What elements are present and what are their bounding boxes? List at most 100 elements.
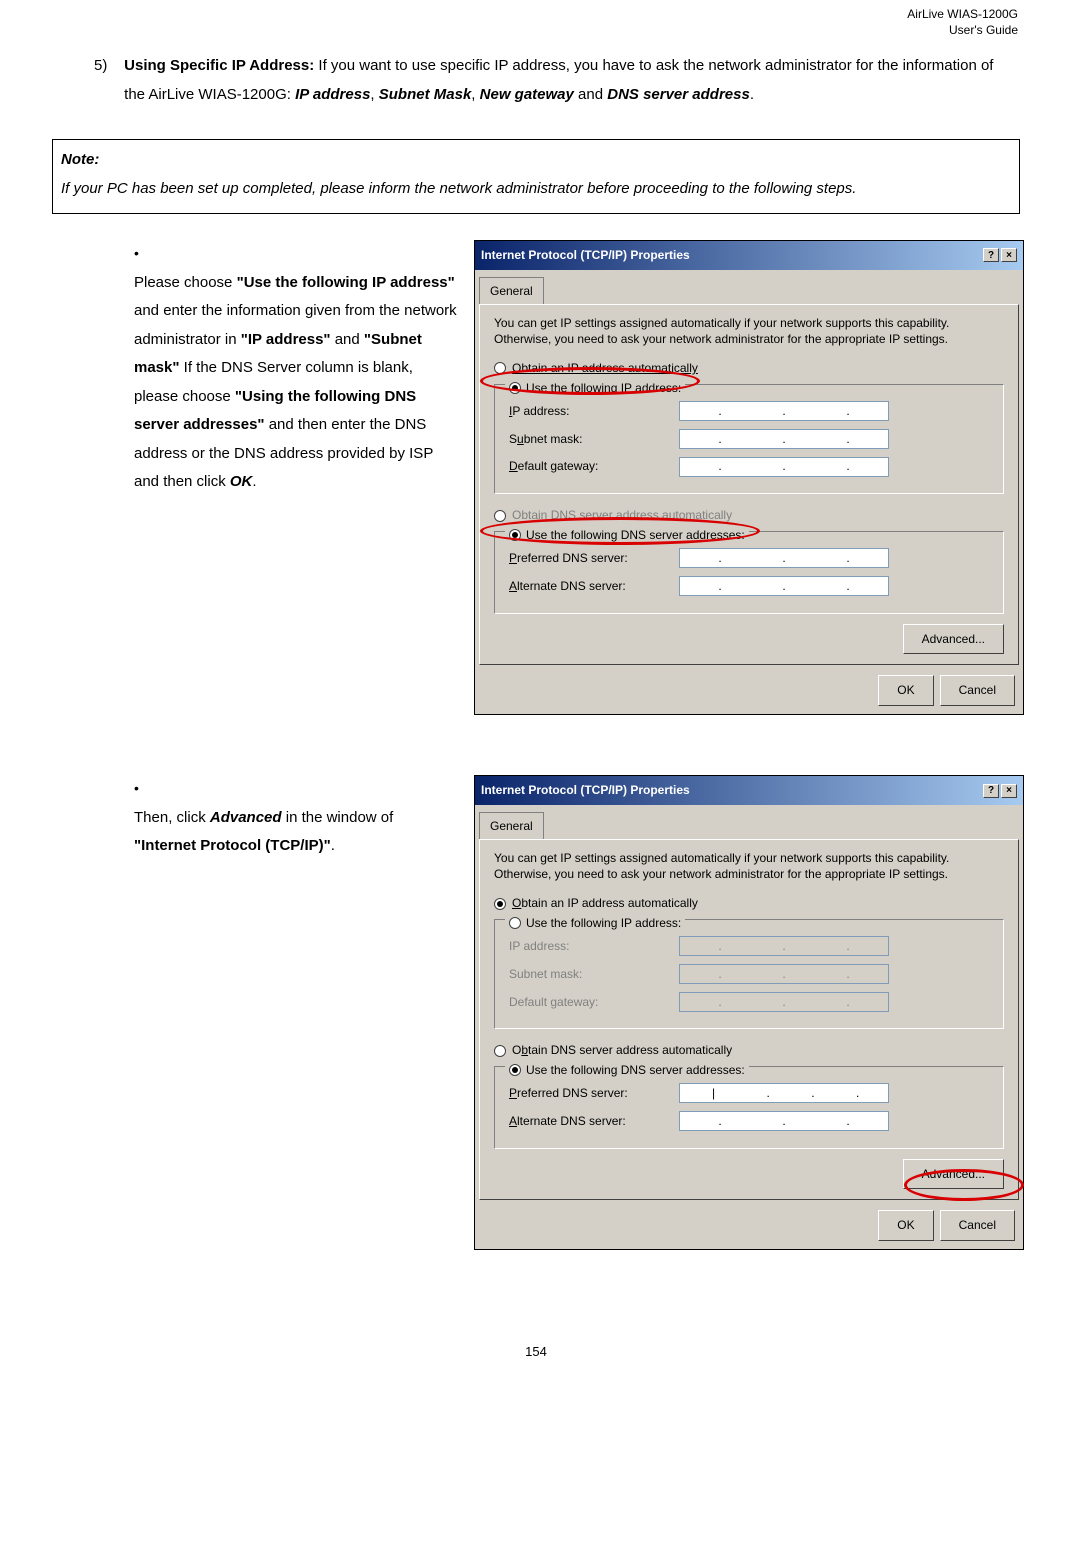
field-gateway-label: Default gateway: (509, 455, 679, 478)
group-dns-legend[interactable]: Use the following DNS server addresses: (505, 524, 749, 547)
s3: and (574, 86, 607, 103)
cancel-button[interactable]: Cancel (940, 675, 1015, 706)
radio-icon (494, 898, 506, 910)
ok-button[interactable]: OK (878, 675, 933, 706)
bullet-col-2: • Then, click Advanced in the window of … (52, 775, 474, 861)
ok-button[interactable]: OK (878, 1210, 933, 1241)
field-subnet: Subnet mask: ... (509, 428, 991, 451)
dialog-1: Internet Protocol (TCP/IP) Properties ? … (474, 240, 1024, 715)
help-icon[interactable]: ? (983, 248, 999, 262)
advanced-row: Advanced... (494, 624, 1004, 655)
close-icon[interactable]: × (1001, 248, 1017, 262)
field-alt-dns: Alternate DNS server: ... (509, 575, 991, 598)
group-dns: Use the following DNS server addresses: … (494, 531, 1004, 614)
list-body: Using Specific IP Address: If you want t… (124, 52, 1004, 109)
radio-icon (509, 529, 521, 541)
titlebar: Internet Protocol (TCP/IP) Properties ? … (475, 776, 1023, 805)
tab-row: General (475, 805, 1023, 839)
b2: Subnet Mask (379, 86, 472, 103)
group-ip: Use the following IP address: IP address… (494, 919, 1004, 1029)
dialog-title: Internet Protocol (TCP/IP) Properties (481, 244, 690, 267)
b2-t1: in the window of (282, 809, 394, 826)
field-ip-label: IP address: (509, 400, 679, 423)
dialog-col-1: Internet Protocol (TCP/IP) Properties ? … (474, 240, 1024, 715)
list-title: Using Specific IP Address: (124, 57, 314, 74)
advanced-button[interactable]: Advanced... (903, 624, 1004, 655)
titlebar: Internet Protocol (TCP/IP) Properties ? … (475, 241, 1023, 270)
b1-b5: OK (230, 473, 253, 490)
field-alt-dns-input[interactable]: ... (679, 576, 889, 596)
field-ip-label: IP address: (509, 935, 679, 958)
tab-row: General (475, 270, 1023, 304)
header-product: AirLive WIAS-1200G (907, 6, 1018, 22)
field-pref-dns-label: Preferred DNS server: (509, 1082, 679, 1105)
header-right: AirLive WIAS-1200G User's Guide (907, 6, 1018, 38)
page-number: 154 (52, 1340, 1020, 1365)
close-icon[interactable]: × (1001, 784, 1017, 798)
field-gateway: Default gateway: ... (509, 991, 991, 1014)
b1-t2: and (331, 331, 364, 348)
b2-b1: Advanced (210, 809, 282, 826)
field-subnet-input[interactable]: ... (679, 429, 889, 449)
group-ip-legend[interactable]: Use the following IP address: (505, 377, 685, 400)
help-icon[interactable]: ? (983, 784, 999, 798)
advanced-row: Advanced... (494, 1159, 1004, 1190)
dialog-2: Internet Protocol (TCP/IP) Properties ? … (474, 775, 1024, 1250)
b1-t5: . (252, 473, 256, 490)
field-subnet-input: ... (679, 964, 889, 984)
section-5: 5) Using Specific IP Address: If you wan… (52, 52, 1020, 109)
b1-b2: "IP address" (241, 331, 331, 348)
radio-icon (509, 917, 521, 929)
field-pref-dns: Preferred DNS server: | ... (509, 1082, 991, 1105)
radio-use-ip-label: Use the following IP address: (526, 912, 681, 935)
field-subnet-label: Subnet mask: (509, 428, 679, 451)
bullet-body-2: Then, click Advanced in the window of "I… (134, 804, 459, 861)
group-dns-legend[interactable]: Use the following DNS server addresses: (505, 1059, 749, 1082)
advanced-button[interactable]: Advanced... (903, 1159, 1004, 1190)
field-pref-dns-label: Preferred DNS server: (509, 547, 679, 570)
field-gateway-label: Default gateway: (509, 991, 679, 1014)
titlebar-buttons: ? × (983, 248, 1017, 262)
radio-icon (494, 1045, 506, 1057)
field-alt-dns: Alternate DNS server: ... (509, 1110, 991, 1133)
tab-general[interactable]: General (479, 277, 544, 305)
titlebar-buttons: ? × (983, 784, 1017, 798)
note-label: Note: (61, 146, 1011, 175)
b4: DNS server address (607, 86, 750, 103)
group-dns: Use the following DNS server addresses: … (494, 1066, 1004, 1149)
b1-pre: Please choose (134, 274, 237, 291)
b2-t2: . (331, 837, 335, 854)
cancel-button[interactable]: Cancel (940, 1210, 1015, 1241)
bullet-col-1: • Please choose "Use the following IP ad… (52, 240, 474, 497)
field-gateway-input: ... (679, 992, 889, 1012)
field-pref-dns: Preferred DNS server: ... (509, 547, 991, 570)
field-alt-dns-label: Alternate DNS server: (509, 575, 679, 598)
header-doc: User's Guide (907, 22, 1018, 38)
dialog-desc: You can get IP settings assigned automat… (494, 850, 1004, 882)
field-ip: IP address: ... (509, 935, 991, 958)
field-pref-dns-input[interactable]: | ... (679, 1083, 889, 1103)
bullet-icon: • (134, 240, 156, 267)
field-alt-dns-label: Alternate DNS server: (509, 1110, 679, 1133)
bullet-body-1: Please choose "Use the following IP addr… (134, 269, 459, 497)
radio-icon (509, 382, 521, 394)
s4: . (750, 86, 754, 103)
radio-use-ip-label: Use the following IP address: (526, 377, 681, 400)
field-ip-input[interactable]: ... (679, 401, 889, 421)
field-subnet: Subnet mask: ... (509, 963, 991, 986)
dialog-desc: You can get IP settings assigned automat… (494, 315, 1004, 347)
radio-icon (509, 1064, 521, 1076)
radio-icon (494, 362, 506, 374)
group-ip-legend[interactable]: Use the following IP address: (505, 912, 685, 935)
field-pref-dns-input[interactable]: ... (679, 548, 889, 568)
field-gateway: Default gateway: ... (509, 455, 991, 478)
tab-area: You can get IP settings assigned automat… (479, 839, 1019, 1201)
tab-general[interactable]: General (479, 812, 544, 840)
b2-pre: Then, click (134, 809, 210, 826)
dialog-title: Internet Protocol (TCP/IP) Properties (481, 779, 690, 802)
field-alt-dns-input[interactable]: ... (679, 1111, 889, 1131)
field-gateway-input[interactable]: ... (679, 457, 889, 477)
dialog-col-2: Internet Protocol (TCP/IP) Properties ? … (474, 775, 1024, 1250)
b1-b1: "Use the following IP address" (237, 274, 455, 291)
tab-area: You can get IP settings assigned automat… (479, 304, 1019, 666)
